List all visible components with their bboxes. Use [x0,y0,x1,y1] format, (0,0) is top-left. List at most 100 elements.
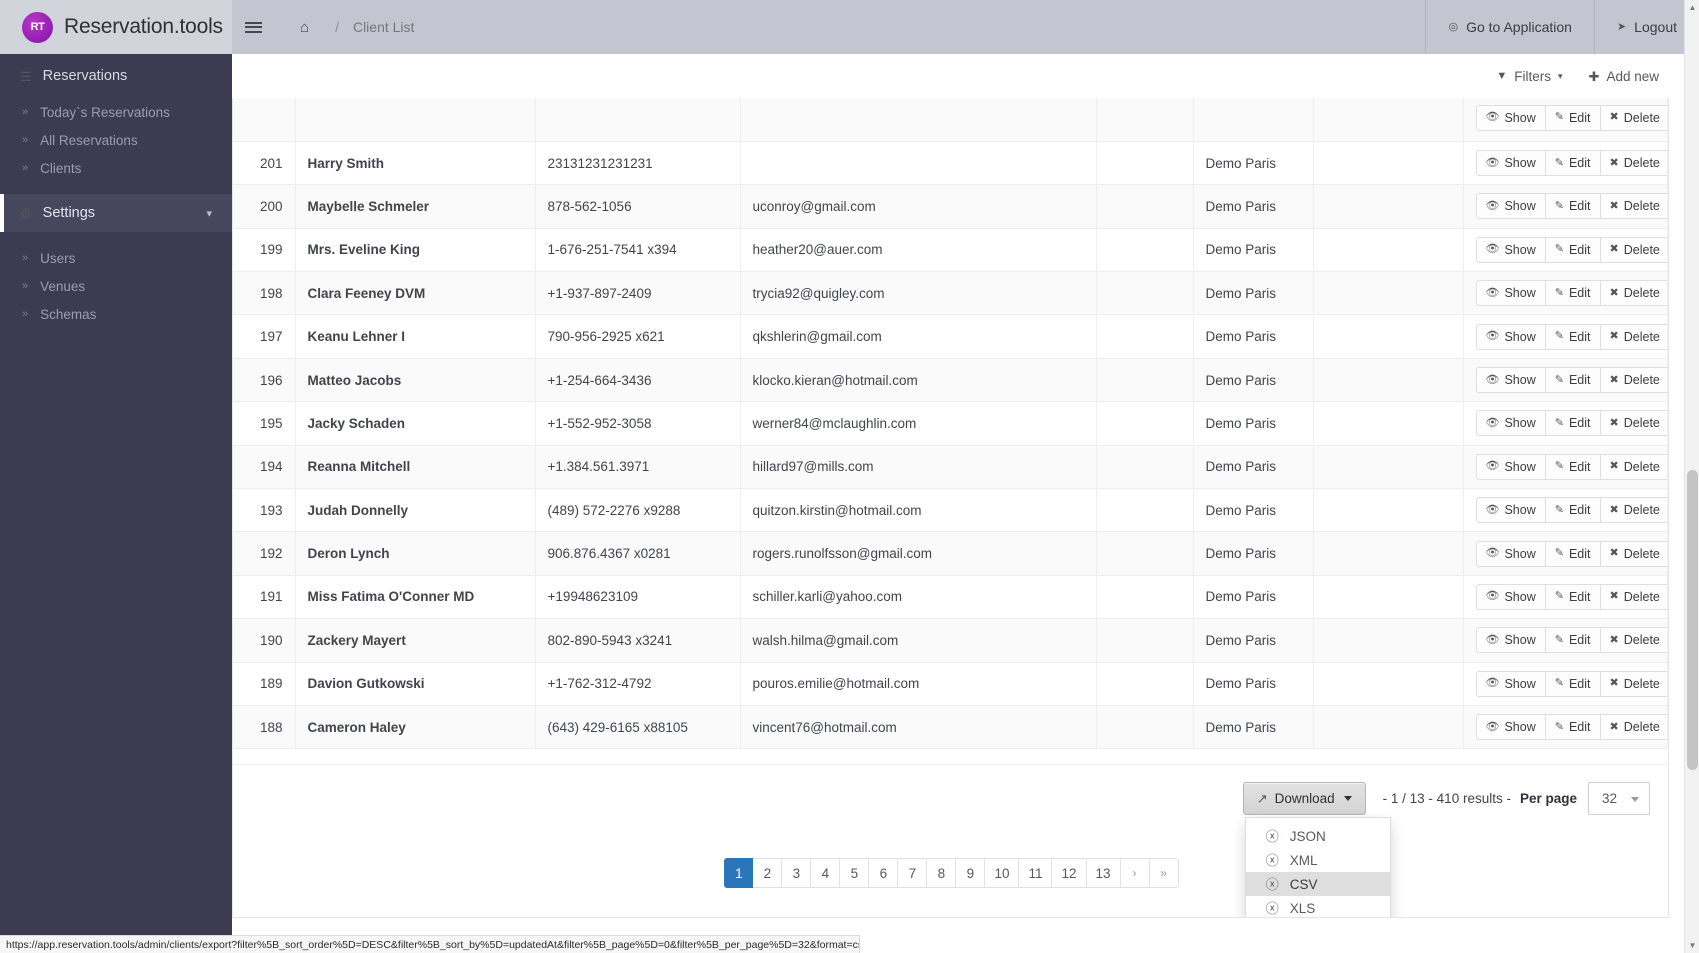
table-row[interactable]: 189 Davion Gutkowski +1-762-312-4792 pou… [233,662,1668,706]
edit-button[interactable]: ✎ Edit [1545,104,1601,131]
table-row[interactable]: 197 Keanu Lehner I 790-956-2925 x621 qks… [233,314,1668,359]
sidebar-item-schemas[interactable]: » Schemas [0,300,232,328]
table-row[interactable]: 192 Deron Lynch 906.876.4367 x0281 roger… [233,531,1668,576]
delete-button[interactable]: ✖ Delete [1600,714,1667,741]
page-button-10[interactable]: 10 [985,858,1020,888]
delete-button[interactable]: ✖ Delete [1600,453,1667,480]
page-button-7[interactable]: 7 [898,858,928,888]
table-row[interactable]: 194 Reanna Mitchell +1.384.561.3971 hill… [233,445,1668,490]
scrollbar-thumb[interactable] [1687,470,1698,770]
sidebar-section-reservations[interactable]: ☰ Reservations [0,54,232,98]
delete-button[interactable]: ✖ Delete [1600,323,1667,350]
last-page-button[interactable]: » [1149,858,1179,888]
table-row[interactable]: 196 Matteo Jacobs +1-254-664-3436 klocko… [233,358,1668,403]
delete-button[interactable]: ✖ Delete [1600,540,1667,567]
delete-button[interactable]: ✖ Delete [1600,367,1667,394]
page-button-4[interactable]: 4 [811,858,841,888]
show-button[interactable]: 👁 Show [1475,367,1546,394]
sidebar-item-clients[interactable]: » Clients [0,154,232,182]
edit-button[interactable]: ✎ Edit [1545,540,1601,567]
delete-button[interactable]: ✖ Delete [1600,104,1667,131]
table-row[interactable]: 191 Miss Fatima O'Conner MD +19948623109… [233,575,1668,620]
edit-button[interactable]: ✎ Edit [1545,670,1601,697]
delete-button[interactable]: ✖ Delete [1600,497,1667,524]
delete-button[interactable]: ✖ Delete [1600,583,1667,610]
delete-button[interactable]: ✖ Delete [1600,280,1667,307]
show-button[interactable]: 👁 Show [1475,627,1546,654]
page-button-12[interactable]: 12 [1052,858,1087,888]
delete-button[interactable]: ✖ Delete [1600,193,1667,220]
scroll-up-arrow-icon[interactable]: ▲ [1685,0,1699,15]
next-page-button[interactable]: › [1120,858,1150,888]
edit-button[interactable]: ✎ Edit [1545,453,1601,480]
menu-toggle-button[interactable] [232,0,274,54]
show-button[interactable]: 👁 Show [1475,104,1546,131]
sidebar-item-todays-reservations[interactable]: » Today`s Reservations [0,98,232,126]
show-button[interactable]: 👁 Show [1475,236,1546,263]
table-row[interactable]: 198 Clara Feeney DVM +1-937-897-2409 try… [233,271,1668,316]
show-button[interactable]: 👁 Show [1475,540,1546,567]
table-row[interactable]: 190 Zackery Mayert 802-890-5943 x3241 wa… [233,618,1668,663]
show-button[interactable]: 👁 Show [1475,670,1546,697]
table-row[interactable]: 👁 Show ✎ Edit ✖ Delete [233,98,1668,142]
page-button-11[interactable]: 11 [1019,858,1053,888]
page-button-9[interactable]: 9 [956,858,986,888]
page-button-6[interactable]: 6 [869,858,899,888]
download-option-csv[interactable]: ⓧ CSV [1245,872,1390,896]
show-button[interactable]: 👁 Show [1475,323,1546,350]
sidebar-item-users[interactable]: » Users [0,244,232,272]
page-button-13[interactable]: 13 [1086,858,1121,888]
show-button[interactable]: 👁 Show [1475,714,1546,741]
show-button[interactable]: 👁 Show [1475,280,1546,307]
download-option-json[interactable]: ⓧ JSON [1246,824,1390,848]
download-button[interactable]: ↗ Download [1242,782,1366,815]
sidebar-item-all-reservations[interactable]: » All Reservations [0,126,232,154]
delete-button[interactable]: ✖ Delete [1600,627,1667,654]
page-button-1[interactable]: 1 [724,858,754,888]
edit-button[interactable]: ✎ Edit [1545,583,1601,610]
edit-button[interactable]: ✎ Edit [1545,627,1601,654]
show-button[interactable]: 👁 Show [1475,410,1546,437]
edit-button[interactable]: ✎ Edit [1545,280,1601,307]
edit-button[interactable]: ✎ Edit [1545,497,1601,524]
table-row[interactable]: 195 Jacky Schaden +1-552-952-3058 werner… [233,401,1668,446]
download-option-xml[interactable]: ⓧ XML [1246,848,1390,872]
delete-button[interactable]: ✖ Delete [1600,150,1667,177]
table-row[interactable]: 200 Maybelle Schmeler 878-562-1056 uconr… [233,184,1668,229]
edit-button[interactable]: ✎ Edit [1545,150,1601,177]
home-icon[interactable]: ⌂ [288,19,321,36]
page-button-8[interactable]: 8 [927,858,957,888]
edit-button[interactable]: ✎ Edit [1545,714,1601,741]
edit-button[interactable]: ✎ Edit [1545,193,1601,220]
show-button[interactable]: 👁 Show [1475,497,1546,524]
add-new-button[interactable]: ✚ Add new [1589,69,1659,84]
brand-area[interactable]: RT Reservation.tools [0,0,232,54]
download-option-xls[interactable]: ⓧ XLS [1246,896,1390,917]
edit-button[interactable]: ✎ Edit [1545,236,1601,263]
delete-button[interactable]: ✖ Delete [1600,236,1667,263]
edit-button[interactable]: ✎ Edit [1545,410,1601,437]
go-to-application-button[interactable]: ◎ Go to Application [1425,0,1593,54]
edit-button[interactable]: ✎ Edit [1545,323,1601,350]
show-button[interactable]: 👁 Show [1475,583,1546,610]
page-button-5[interactable]: 5 [840,858,870,888]
page-button-3[interactable]: 3 [782,858,812,888]
show-button[interactable]: 👁 Show [1475,453,1546,480]
table-row[interactable]: 201 Harry Smith 23131231231231 Demo Pari… [233,141,1668,186]
edit-button[interactable]: ✎ Edit [1545,367,1601,394]
sidebar-section-settings[interactable]: ⚙ Settings ▾ [0,194,232,232]
vertical-scrollbar[interactable]: ▲ ▼ [1684,0,1699,953]
per-page-select[interactable]: 32 [1588,782,1650,815]
table-row[interactable]: 188 Cameron Haley (643) 429-6165 x88105 … [233,705,1668,750]
delete-button[interactable]: ✖ Delete [1600,670,1667,697]
table-row[interactable]: 199 Mrs. Eveline King 1-676-251-7541 x39… [233,228,1668,273]
table-row[interactable]: 193 Judah Donnelly (489) 572-2276 x9288 … [233,488,1668,533]
filters-button[interactable]: ▼ Filters ▾ [1496,69,1562,84]
show-button[interactable]: 👁 Show [1475,150,1546,177]
show-button[interactable]: 👁 Show [1475,193,1546,220]
scroll-down-arrow-icon[interactable]: ▼ [1685,938,1699,953]
sidebar-item-venues[interactable]: » Venues [0,272,232,300]
page-button-2[interactable]: 2 [753,858,783,888]
delete-button[interactable]: ✖ Delete [1600,410,1667,437]
